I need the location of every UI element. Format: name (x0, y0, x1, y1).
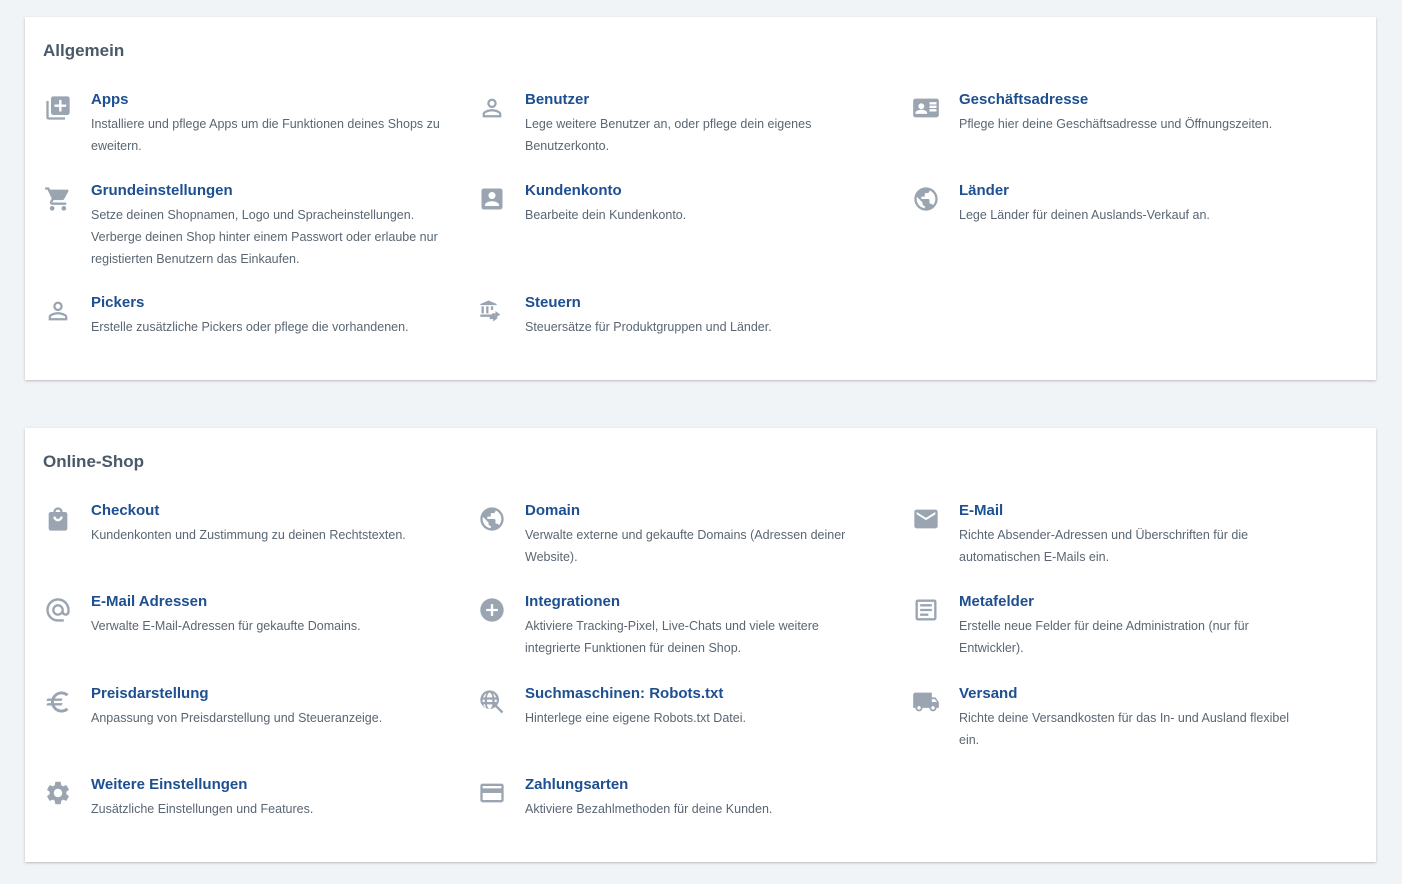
globe-search-icon (477, 687, 507, 717)
section-title: Allgemein (43, 41, 125, 60)
item-title: Preisdarstellung (91, 685, 209, 702)
item-title: Grundeinstellungen (91, 182, 233, 199)
at-sign-icon (43, 595, 73, 625)
truck-icon (911, 687, 941, 717)
item-description: Richte Absender-Adressen und Überschrift… (959, 528, 1249, 564)
item-description: Bearbeite dein Kundenkonto. (525, 208, 687, 222)
section-allgemein: Allgemein Apps Installiere und pflege Ap… (25, 17, 1376, 380)
item-title: Apps (91, 91, 129, 108)
item-description: Erstelle neue Felder für deine Administr… (959, 619, 1249, 655)
globe-icon (911, 184, 941, 214)
item-title: Steuern (525, 294, 581, 311)
item-description: Lege weitere Benutzer an, oder pflege de… (525, 117, 812, 153)
item-title: Kundenkonto (525, 182, 622, 199)
item-title: Geschäftsadresse (959, 91, 1089, 108)
credit-card-icon (477, 778, 507, 808)
item-description: Lege Länder für deinen Auslands-Verkauf … (959, 208, 1210, 222)
item-description: Verwalte E-Mail-Adressen für gekaufte Do… (91, 619, 361, 633)
item-title: Metafelder (959, 593, 1035, 610)
item-title: Zahlungsarten (525, 776, 629, 793)
item-title: Weitere Einstellungen (91, 776, 248, 793)
add-box-icon (43, 93, 73, 123)
text-box-icon (911, 595, 941, 625)
section-title: Online-Shop (43, 452, 145, 471)
item-title: Versand (959, 685, 1018, 702)
item-title: E-Mail (959, 502, 1004, 519)
item-title: E-Mail Adressen (91, 593, 208, 610)
item-description: Hinterlege eine eigene Robots.txt Datei. (525, 711, 746, 725)
bank-transfer-icon (477, 296, 507, 326)
item-description: Zusätzliche Einstellungen und Features. (91, 802, 314, 816)
globe-icon (477, 504, 507, 534)
item-title: Suchmaschinen: Robots.txt (525, 685, 724, 702)
item-description: Aktiviere Bezahlmethoden für deine Kunde… (525, 802, 773, 816)
item-title: Länder (959, 182, 1010, 199)
item-description: Richte deine Versandkosten für das In- u… (959, 711, 1290, 747)
item-title: Integrationen (525, 593, 621, 610)
item-description: Steuersätze für Produktgruppen und Lände… (525, 320, 772, 334)
item-title: Domain (525, 502, 581, 519)
item-title: Benutzer (525, 91, 590, 108)
account-box-icon (477, 184, 507, 214)
add-circle-icon (477, 595, 507, 625)
shopping-cart-icon (43, 184, 73, 214)
item-description: Pflege hier deine Geschäftsadresse und Ö… (959, 117, 1273, 131)
section-online-shop: Online-Shop Checkout Kundenkonten und Zu… (25, 428, 1376, 862)
gear-icon (43, 778, 73, 808)
item-description: Installiere und pflege Apps um die Funkt… (91, 117, 440, 153)
item-title: Pickers (91, 294, 145, 311)
item-description: Anpassung von Preisdarstellung und Steue… (91, 711, 383, 725)
shopping-bag-icon (43, 504, 73, 534)
item-title: Checkout (91, 502, 160, 519)
euro-icon (43, 687, 73, 717)
item-description: Verwalte externe und gekaufte Domains (A… (525, 528, 846, 564)
item-description: Erstelle zusätzliche Pickers oder pflege… (91, 320, 409, 334)
item-description: Setze deinen Shopnamen, Logo und Sprache… (91, 208, 438, 266)
person-outline-icon (43, 296, 73, 326)
person-outline-icon (477, 93, 507, 123)
mail-icon (911, 504, 941, 534)
item-description: Kundenkonten und Zustimmung zu deinen Re… (91, 528, 406, 542)
item-description: Aktiviere Tracking-Pixel, Live-Chats und… (525, 619, 819, 655)
contact-card-icon (911, 93, 941, 123)
